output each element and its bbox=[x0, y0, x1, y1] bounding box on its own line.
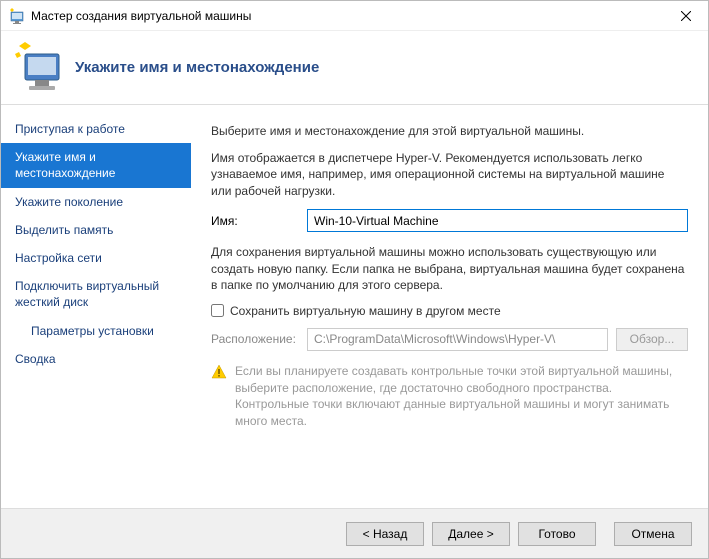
warning-text: Если вы планируете создавать контрольные… bbox=[235, 363, 688, 430]
warning-icon bbox=[211, 364, 227, 380]
close-button[interactable] bbox=[663, 1, 708, 31]
cancel-button[interactable]: Отмена bbox=[614, 522, 692, 546]
next-button[interactable]: Далее > bbox=[432, 522, 510, 546]
wizard-body: Приступая к работе Укажите имя и местона… bbox=[1, 105, 708, 508]
warning-row: Если вы планируете создавать контрольные… bbox=[211, 363, 688, 430]
location-input bbox=[307, 328, 608, 351]
store-elsewhere-row: Сохранить виртуальную машину в другом ме… bbox=[211, 304, 688, 318]
sidebar-item-memory[interactable]: Выделить память bbox=[1, 216, 191, 244]
sidebar-item-install-options[interactable]: Параметры установки bbox=[1, 317, 191, 345]
name-input[interactable] bbox=[307, 209, 688, 232]
store-elsewhere-label[interactable]: Сохранить виртуальную машину в другом ме… bbox=[230, 304, 501, 318]
sidebar-item-name-location[interactable]: Укажите имя и местонахождение bbox=[1, 143, 191, 187]
name-label: Имя: bbox=[211, 214, 307, 228]
storage-note: Для сохранения виртуальной машины можно … bbox=[211, 244, 688, 294]
sidebar-item-vhd[interactable]: Подключить виртуальный жесткий диск bbox=[1, 272, 191, 316]
close-icon bbox=[681, 11, 691, 21]
sidebar: Приступая к работе Укажите имя и местона… bbox=[1, 105, 191, 508]
finish-button[interactable]: Готово bbox=[518, 522, 596, 546]
sidebar-item-generation[interactable]: Укажите поколение bbox=[1, 188, 191, 216]
description-text: Имя отображается в диспетчере Hyper-V. Р… bbox=[211, 150, 688, 200]
location-row: Расположение: Обзор... bbox=[211, 328, 688, 351]
back-button[interactable]: < Назад bbox=[346, 522, 424, 546]
location-label: Расположение: bbox=[211, 332, 307, 346]
wizard-icon bbox=[9, 8, 25, 24]
footer: < Назад Далее > Готово Отмена bbox=[1, 508, 708, 558]
page-title: Укажите имя и местонахождение bbox=[75, 59, 319, 76]
intro-text: Выберите имя и местонахождение для этой … bbox=[211, 123, 688, 140]
titlebar: Мастер создания виртуальной машины bbox=[1, 1, 708, 31]
wizard-header: Укажите имя и местонахождение bbox=[1, 31, 708, 105]
sidebar-item-summary[interactable]: Сводка bbox=[1, 345, 191, 373]
browse-button: Обзор... bbox=[616, 328, 688, 351]
window-title: Мастер создания виртуальной машины bbox=[31, 9, 663, 23]
sidebar-item-network[interactable]: Настройка сети bbox=[1, 244, 191, 272]
name-row: Имя: bbox=[211, 209, 688, 232]
vm-wizard-icon bbox=[11, 42, 63, 94]
sidebar-item-start[interactable]: Приступая к работе bbox=[1, 115, 191, 143]
store-elsewhere-checkbox[interactable] bbox=[211, 304, 224, 317]
content-pane: Выберите имя и местонахождение для этой … bbox=[191, 105, 708, 508]
